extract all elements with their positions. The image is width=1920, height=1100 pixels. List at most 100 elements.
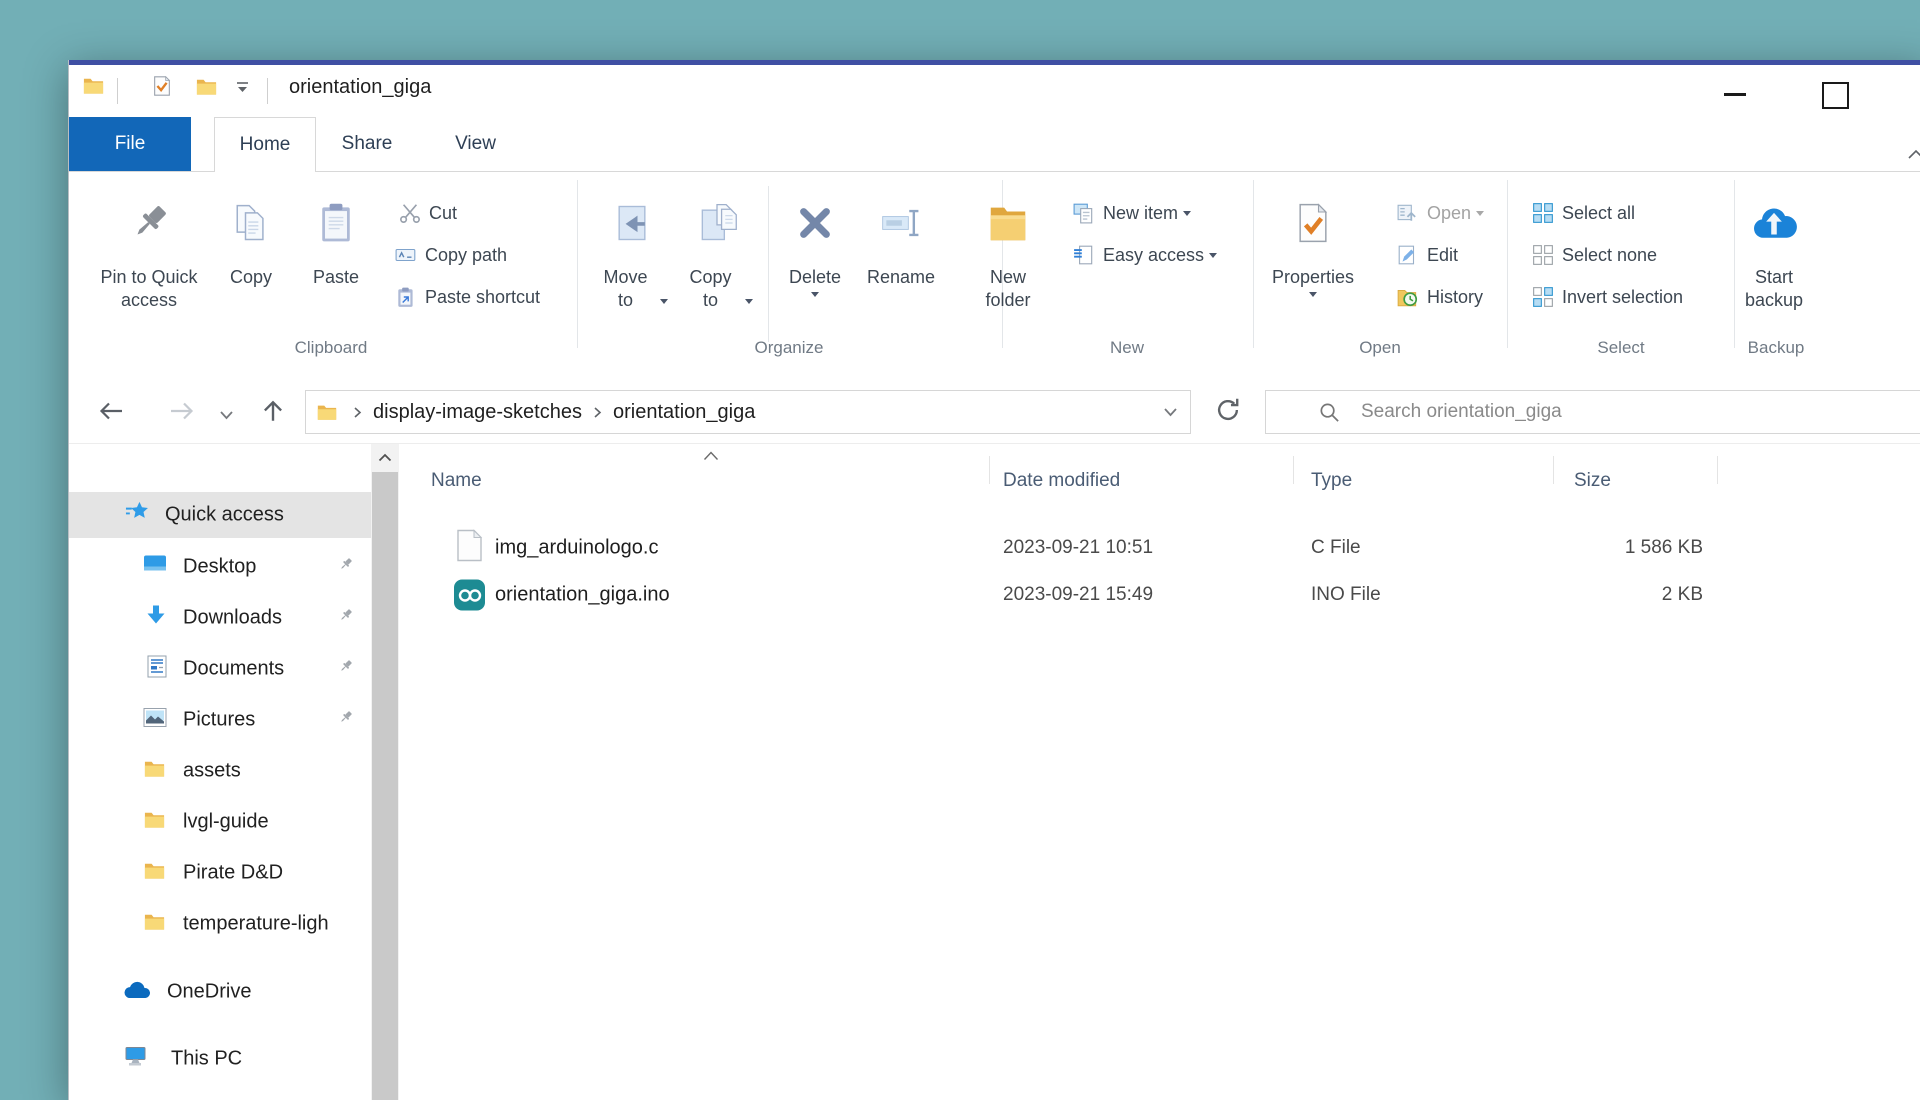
open-label: Open [1427, 203, 1471, 224]
search-box[interactable] [1265, 390, 1920, 434]
c-file-icon [454, 530, 484, 567]
qat-separator [117, 78, 118, 104]
easy-access-button[interactable]: Easy access [1073, 238, 1217, 272]
pin-icon [337, 658, 354, 680]
sidebar-item-assets[interactable]: assets [69, 748, 371, 794]
address-dropdown-chevron-icon[interactable] [1163, 407, 1178, 417]
qat-properties-icon[interactable] [151, 75, 173, 102]
paste-shortcut-button[interactable]: Paste shortcut [395, 280, 540, 314]
column-header-size[interactable]: Size [1574, 470, 1611, 492]
edit-button[interactable]: Edit [1397, 238, 1458, 272]
select-none-button[interactable]: Select none [1532, 238, 1657, 272]
window-folder-icon [82, 74, 105, 102]
sidebar-item-label: OneDrive [167, 981, 251, 1004]
column-header-name[interactable]: Name [431, 470, 482, 492]
easy-access-icon [1073, 244, 1095, 266]
sidebar-item-onedrive[interactable]: OneDrive [69, 969, 371, 1015]
pin-to-quick-access-button[interactable]: Pin to Quick access [94, 186, 204, 312]
pictures-icon [143, 708, 167, 733]
column-header-type[interactable]: Type [1311, 470, 1352, 492]
back-icon[interactable] [98, 399, 125, 428]
paste-button[interactable]: Paste [291, 186, 381, 289]
titlebar[interactable]: orientation_giga [69, 65, 1920, 117]
sidebar-item-pictures[interactable]: Pictures [69, 697, 371, 743]
select-group-label: Select [1597, 338, 1644, 358]
invert-selection-button[interactable]: Invert selection [1532, 280, 1683, 314]
column-divider[interactable] [1553, 456, 1554, 484]
sidebar-item-label: This PC [171, 1048, 242, 1071]
sidebar-item-pirate-dd[interactable]: Pirate D&D [69, 850, 371, 896]
tab-file-label: File [115, 133, 146, 155]
qat-customize-caret-icon[interactable] [235, 81, 250, 99]
delete-button[interactable]: Delete [770, 186, 860, 297]
breadcrumb-segment[interactable]: orientation_giga [613, 401, 755, 424]
file-size: 1 586 KB [1499, 537, 1703, 559]
sidebar-item-this-pc[interactable]: This PC [69, 1036, 371, 1082]
new-item-icon [1073, 202, 1095, 224]
tab-view[interactable]: View [438, 117, 513, 171]
copy-path-button[interactable]: Copy path [395, 238, 507, 272]
tab-file[interactable]: File [69, 117, 191, 171]
folder-icon [143, 808, 166, 836]
move-to-button[interactable]: Move to [587, 186, 677, 312]
copy-to-button[interactable]: Copy to [672, 186, 762, 312]
tab-share[interactable]: Share [331, 117, 403, 171]
column-divider[interactable] [1717, 456, 1718, 484]
file-type: INO File [1311, 584, 1381, 606]
sidebar-item-temperature-light[interactable]: temperature-ligh [69, 901, 371, 947]
pin-to-quick-access-label: Pin to Quick access [97, 266, 201, 312]
forward-icon[interactable] [168, 399, 195, 428]
tab-home[interactable]: Home [214, 117, 316, 172]
maximize-button[interactable] [1822, 82, 1849, 109]
paste-label: Paste [313, 266, 359, 289]
explorer-window: orientation_giga File Home Share View Pi… [68, 60, 1920, 1100]
breadcrumb-chevron-icon[interactable] [592, 406, 603, 419]
column-divider[interactable] [1293, 456, 1294, 484]
file-name[interactable]: img_arduinologo.c [495, 537, 658, 560]
delete-label: Delete [789, 266, 841, 289]
address-row: display-image-sketches orientation_giga [69, 368, 1920, 443]
recent-locations-chevron-icon[interactable] [219, 407, 234, 425]
copy-button[interactable]: Copy [206, 186, 296, 289]
file-size: 2 KB [1499, 584, 1703, 606]
sidebar-item-lvgl-guide[interactable]: lvgl-guide [69, 799, 371, 845]
start-backup-button[interactable]: Start backup [1729, 186, 1819, 312]
group-divider [1507, 180, 1508, 348]
group-divider [577, 180, 578, 348]
delete-caret-icon [811, 292, 819, 297]
new-group-label: New [1110, 338, 1144, 358]
backup-cloud-icon [1729, 186, 1819, 260]
folder-icon [143, 910, 166, 938]
column-divider[interactable] [989, 456, 990, 484]
file-name[interactable]: orientation_giga.ino [495, 584, 670, 607]
sort-ascending-chevron-icon[interactable] [703, 448, 719, 466]
up-icon[interactable] [260, 398, 286, 429]
history-button[interactable]: History [1397, 280, 1483, 314]
refresh-icon[interactable] [1215, 397, 1241, 428]
documents-icon [147, 655, 167, 683]
minimize-ribbon-chevron-icon[interactable] [1907, 147, 1920, 165]
breadcrumb-segment[interactable]: display-image-sketches [373, 401, 582, 424]
file-row[interactable]: img_arduinologo.c 2023-09-21 10:51 C Fil… [69, 525, 1920, 571]
scroll-up-icon[interactable] [371, 444, 399, 470]
new-folder-button[interactable]: New folder [963, 186, 1053, 312]
open-button[interactable]: Open [1397, 196, 1484, 230]
breadcrumb[interactable]: display-image-sketches orientation_giga [305, 390, 1191, 434]
column-header-date-modified[interactable]: Date modified [1003, 470, 1120, 492]
rename-button[interactable]: Rename [856, 186, 946, 289]
minimize-button[interactable] [1724, 93, 1746, 96]
file-row[interactable]: orientation_giga.ino 2023-09-21 15:49 IN… [69, 572, 1920, 618]
breadcrumb-chevron-icon[interactable] [352, 406, 363, 419]
sidebar-item-label: assets [183, 760, 241, 783]
edit-label: Edit [1427, 245, 1458, 266]
new-item-button[interactable]: New item [1073, 196, 1191, 230]
select-all-button[interactable]: Select all [1532, 196, 1635, 230]
file-date-modified: 2023-09-21 10:51 [1003, 537, 1153, 559]
paste-shortcut-label: Paste shortcut [425, 287, 540, 308]
qat-new-folder-icon[interactable] [195, 75, 218, 103]
sidebar-item-documents[interactable]: Documents [69, 646, 371, 692]
search-input[interactable] [1359, 400, 1920, 424]
delete-x-icon [770, 186, 860, 260]
properties-button[interactable]: Properties [1266, 186, 1360, 297]
cut-button[interactable]: Cut [399, 196, 457, 230]
